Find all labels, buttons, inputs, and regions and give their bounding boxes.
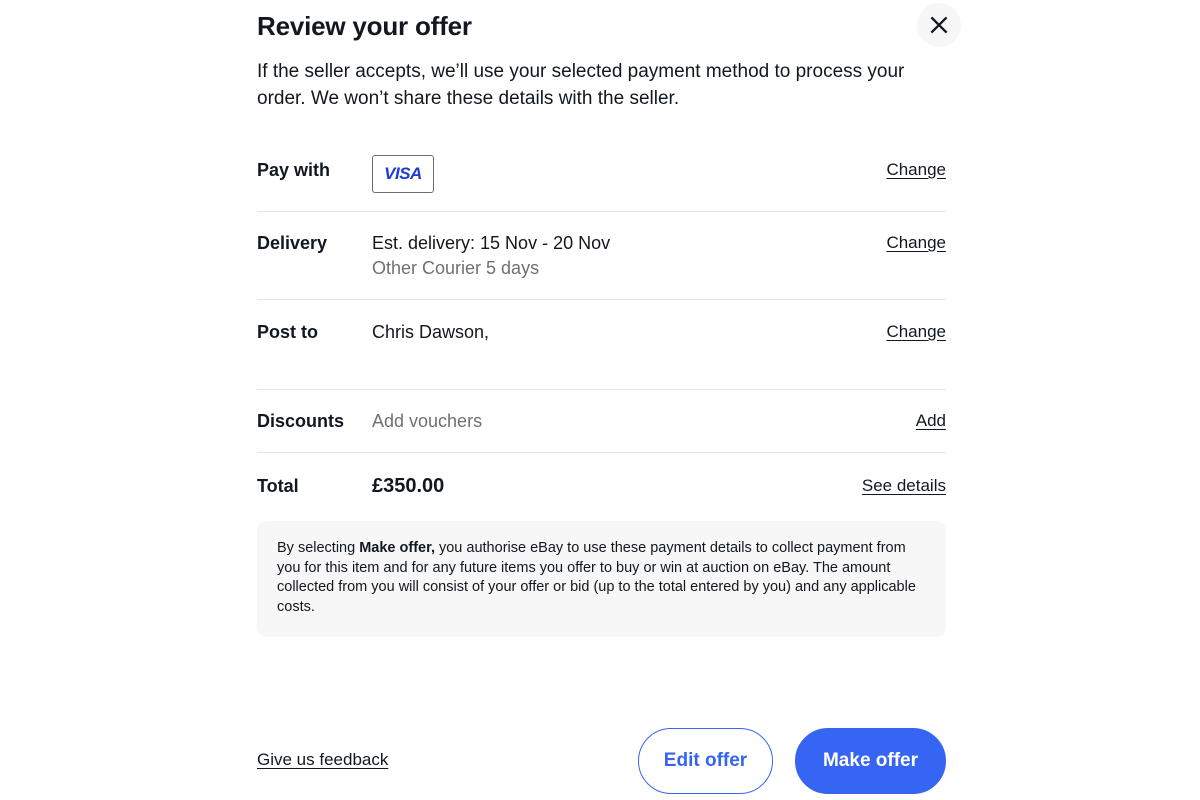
disclaimer-box: By selecting Make offer, you authorise e… bbox=[257, 521, 946, 637]
close-button[interactable] bbox=[917, 3, 961, 47]
divider bbox=[257, 211, 946, 212]
total-amount: £350.00 bbox=[372, 475, 445, 497]
change-payment-link[interactable]: Change bbox=[886, 158, 946, 182]
pay-with-label: Pay with bbox=[257, 160, 331, 180]
visa-card-icon: VISA bbox=[372, 155, 434, 193]
see-details-link[interactable]: See details bbox=[862, 474, 946, 498]
divider bbox=[257, 452, 946, 453]
delivery-estimate: Est. delivery: 15 Nov - 20 Nov bbox=[372, 233, 611, 253]
disclaimer-bold: Make offer, bbox=[359, 540, 435, 556]
disclaimer-text: By selecting Make offer, you authorise e… bbox=[277, 539, 926, 617]
delivery-label: Delivery bbox=[257, 233, 328, 253]
change-delivery-link[interactable]: Change bbox=[886, 231, 946, 255]
vouchers-placeholder[interactable]: Add vouchers bbox=[372, 409, 482, 433]
disclaimer-lead: By selecting bbox=[277, 540, 360, 556]
add-voucher-link[interactable]: Add bbox=[916, 409, 946, 433]
footer-actions: Give us feedback Edit offer Make offer bbox=[257, 728, 946, 794]
post-to-address: Chris Dawson, bbox=[372, 322, 490, 342]
page-title: Review your offer bbox=[257, 11, 472, 41]
offer-review-panel: Review your offer If the seller accepts,… bbox=[257, 0, 961, 800]
divider bbox=[257, 389, 946, 390]
intro-text: If the seller accepts, we’ll use your se… bbox=[257, 61, 905, 109]
close-icon bbox=[929, 15, 949, 35]
total-label: Total bbox=[257, 476, 299, 496]
visa-card-label: VISA bbox=[384, 164, 422, 183]
make-offer-button[interactable]: Make offer bbox=[795, 728, 946, 794]
delivery-carrier: Other Courier 5 days bbox=[372, 258, 540, 278]
give-feedback-link[interactable]: Give us feedback bbox=[257, 750, 388, 770]
edit-offer-button[interactable]: Edit offer bbox=[638, 728, 773, 794]
divider bbox=[257, 299, 946, 300]
discounts-label: Discounts bbox=[257, 411, 345, 431]
change-address-link[interactable]: Change bbox=[886, 320, 946, 344]
offer-review-page: Review your offer If the seller accepts,… bbox=[0, 0, 1200, 800]
post-to-label: Post to bbox=[257, 322, 318, 342]
